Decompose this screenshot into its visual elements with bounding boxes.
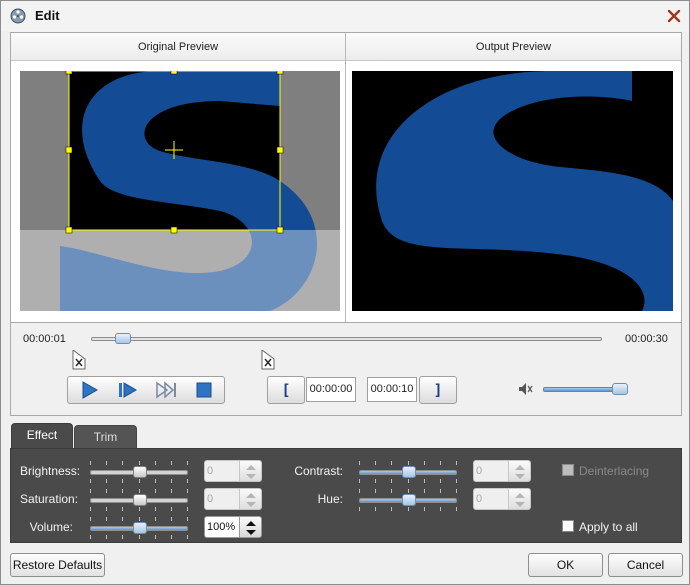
tab-trim[interactable]: Trim bbox=[74, 425, 137, 449]
next-frame-icon[interactable] bbox=[112, 379, 142, 401]
apply-to-all-checkbox[interactable] bbox=[562, 520, 574, 532]
total-time: 00:00:30 bbox=[625, 333, 668, 345]
contrast-value[interactable]: 0 bbox=[473, 460, 509, 482]
ok-button[interactable]: OK bbox=[528, 553, 603, 577]
hue-value[interactable]: 0 bbox=[473, 488, 509, 510]
window-title: Edit bbox=[35, 8, 60, 23]
step-forward-icon[interactable] bbox=[151, 379, 181, 401]
hue-arrows-icon[interactable] bbox=[508, 488, 531, 510]
stop-icon[interactable] bbox=[189, 379, 219, 401]
preview-area: Original Preview Output Preview bbox=[10, 32, 682, 323]
original-preview-canvas[interactable] bbox=[20, 71, 340, 311]
timeline-thumb[interactable] bbox=[115, 333, 131, 344]
contrast-ticks-bottom bbox=[359, 479, 457, 483]
volume-value[interactable]: 100% bbox=[204, 516, 240, 538]
set-start-button[interactable]: [ bbox=[267, 376, 305, 404]
brightness-label: Brightness: bbox=[20, 464, 81, 478]
brightness-stepper[interactable]: 0 bbox=[204, 460, 262, 482]
brightness-value[interactable]: 0 bbox=[204, 460, 240, 482]
output-preview-canvas bbox=[352, 71, 673, 311]
trim-start-time[interactable]: 00:00:00 bbox=[306, 377, 356, 402]
saturation-label: Saturation: bbox=[20, 492, 79, 506]
title-bar: Edit bbox=[1, 1, 689, 31]
trim-start-marker-icon[interactable] bbox=[72, 350, 86, 370]
hue-ticks bbox=[359, 489, 457, 493]
set-end-button[interactable]: ] bbox=[419, 376, 457, 404]
contrast-label: Contrast: bbox=[294, 464, 343, 478]
brightness-ticks bbox=[90, 461, 188, 465]
playback-button-group bbox=[67, 376, 225, 404]
trim-end-marker-icon[interactable] bbox=[261, 350, 275, 370]
hue-ticks-bottom bbox=[359, 507, 457, 511]
saturation-stepper[interactable]: 0 bbox=[204, 488, 262, 510]
cancel-button[interactable]: Cancel bbox=[608, 553, 683, 577]
hue-stepper[interactable]: 0 bbox=[473, 488, 531, 510]
saturation-arrows-icon[interactable] bbox=[239, 488, 262, 510]
volume-label: Volume: bbox=[29, 520, 73, 534]
hue-slider[interactable] bbox=[359, 494, 457, 506]
saturation-value[interactable]: 0 bbox=[204, 488, 240, 510]
saturation-ticks bbox=[90, 489, 188, 493]
contrast-stepper[interactable]: 0 bbox=[473, 460, 531, 482]
brightness-arrows-icon[interactable] bbox=[239, 460, 262, 482]
preview-divider bbox=[345, 33, 346, 322]
contrast-arrows-icon[interactable] bbox=[508, 460, 531, 482]
restore-defaults-button[interactable]: Restore Defaults bbox=[10, 553, 105, 577]
timeline-track[interactable] bbox=[91, 337, 602, 341]
original-preview-header: Original Preview bbox=[11, 33, 345, 61]
brightness-slider[interactable] bbox=[90, 466, 188, 478]
volume-stepper[interactable]: 100% bbox=[204, 516, 262, 538]
volume-arrows-icon[interactable] bbox=[239, 516, 262, 538]
speaker-muted-icon[interactable] bbox=[517, 381, 533, 397]
saturation-slider[interactable] bbox=[90, 494, 188, 506]
deinterlacing-label: Deinterlacing bbox=[579, 464, 650, 478]
tab-effect[interactable]: Effect bbox=[11, 423, 73, 449]
volume-ticks-bottom bbox=[90, 535, 188, 539]
hue-label: Hue: bbox=[317, 492, 343, 506]
edit-dialog: Edit Original Preview Output Preview 00:… bbox=[0, 0, 690, 585]
volume-thumb[interactable] bbox=[612, 383, 628, 395]
saturation-ticks-bottom bbox=[90, 507, 188, 511]
contrast-ticks bbox=[359, 461, 457, 465]
volume-effect-slider[interactable] bbox=[90, 522, 188, 534]
apply-to-all-label: Apply to all bbox=[579, 520, 638, 534]
trim-end-time[interactable]: 00:00:10 bbox=[367, 377, 417, 402]
contrast-slider[interactable] bbox=[359, 466, 457, 478]
film-reel-icon bbox=[10, 8, 26, 24]
output-preview-header: Output Preview bbox=[346, 33, 681, 61]
current-time: 00:00:01 bbox=[23, 333, 66, 345]
brightness-ticks-bottom bbox=[90, 479, 188, 483]
play-icon[interactable] bbox=[74, 379, 104, 401]
deinterlacing-checkbox[interactable] bbox=[562, 464, 574, 476]
close-icon[interactable] bbox=[664, 6, 684, 26]
volume-ticks bbox=[90, 517, 188, 521]
